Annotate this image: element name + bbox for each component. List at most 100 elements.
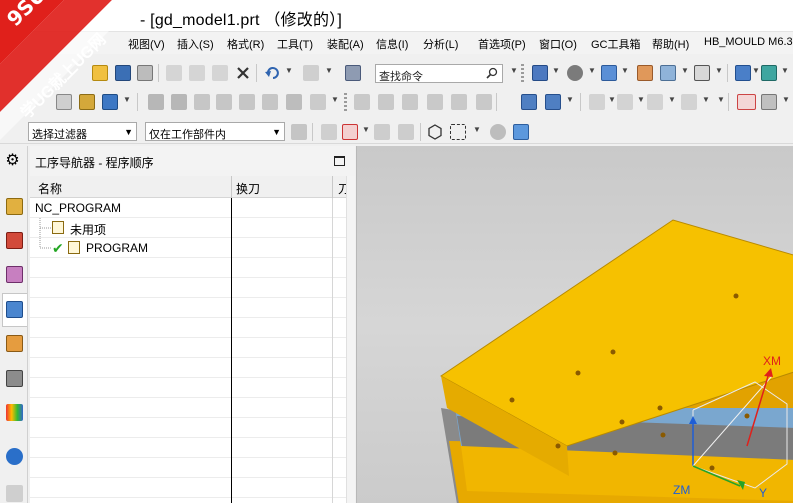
menu-window[interactable]: 窗口(O): [539, 36, 577, 52]
undo-dropdown-icon[interactable]: ▼: [285, 66, 293, 75]
background-icon[interactable]: [660, 65, 676, 81]
feed-dropdown-icon[interactable]: ▼: [608, 95, 616, 104]
paste-icon[interactable]: [212, 65, 228, 81]
feed-rate-icon[interactable]: [589, 94, 605, 110]
tree-row-nc-program[interactable]: NC_PROGRAM: [30, 198, 346, 218]
color-dropdown-icon[interactable]: ▼: [715, 66, 723, 75]
gear-icon[interactable]: ⚙: [4, 152, 21, 169]
column-name[interactable]: 名称: [38, 180, 62, 197]
method-view-icon[interactable]: [216, 94, 232, 110]
verify-toolpath-icon[interactable]: [286, 94, 302, 110]
save-icon[interactable]: [115, 65, 131, 81]
axis-dropdown-icon[interactable]: ▼: [702, 95, 710, 104]
tree-row-unused[interactable]: 未用项: [30, 218, 346, 238]
tool-holder-icon[interactable]: [647, 94, 663, 110]
quadrant-icon[interactable]: [398, 124, 414, 140]
holder-dropdown-icon[interactable]: ▼: [668, 95, 676, 104]
delete-object-icon[interactable]: [476, 94, 492, 110]
menu-help[interactable]: 帮助(H): [652, 36, 689, 52]
machine-tool-view-icon[interactable]: [171, 94, 187, 110]
paste-object-icon[interactable]: [427, 94, 443, 110]
assembly-navigator-icon[interactable]: [6, 232, 23, 249]
search-dropdown-icon[interactable]: ▼: [510, 66, 518, 75]
menu-view[interactable]: 视图(V): [128, 36, 165, 52]
postprocess-dropdown-icon[interactable]: ▼: [331, 95, 339, 104]
history-icon[interactable]: [6, 485, 23, 502]
menu-preferences[interactable]: 首选项(P): [478, 36, 526, 52]
background-dropdown-icon[interactable]: ▼: [681, 66, 689, 75]
assembly-constraint-icon[interactable]: [761, 65, 777, 81]
tree-row-program[interactable]: ✔ PROGRAM: [30, 228, 346, 258]
graphics-viewport[interactable]: XM ZM Y: [356, 146, 793, 503]
select-all-icon[interactable]: [291, 124, 307, 140]
part-navigator-icon[interactable]: [6, 301, 23, 318]
reuse-library-icon[interactable]: [6, 335, 23, 352]
search-icon[interactable]: [486, 67, 498, 79]
undo-icon[interactable]: [264, 65, 280, 81]
column-tool-change[interactable]: 换刀: [236, 180, 260, 197]
measure-icon[interactable]: [761, 94, 777, 110]
view-dropdown-icon[interactable]: ▼: [621, 66, 629, 75]
method-icon[interactable]: [617, 94, 633, 110]
output-dropdown-icon[interactable]: ▼: [566, 95, 574, 104]
snap-point-icon[interactable]: [737, 94, 756, 110]
create-geometry-icon[interactable]: [102, 94, 118, 110]
menu-gc-toolkit[interactable]: GC工具箱: [591, 36, 641, 52]
geometry-view-icon[interactable]: [194, 94, 210, 110]
menu-format[interactable]: 格式(R): [227, 36, 264, 52]
constraint-navigator-icon[interactable]: [6, 266, 23, 283]
shop-doc-icon[interactable]: [521, 94, 537, 110]
view-cube-icon[interactable]: [601, 65, 617, 81]
postprocess-icon[interactable]: [310, 94, 326, 110]
palette-icon[interactable]: [6, 404, 23, 421]
cut-object-icon[interactable]: [378, 94, 394, 110]
open-folder-icon[interactable]: [92, 65, 108, 81]
move-dropdown-icon[interactable]: ▼: [752, 66, 760, 75]
create-program-icon[interactable]: [56, 94, 72, 110]
hexagon-icon[interactable]: [427, 124, 443, 140]
command-finder-icon[interactable]: [345, 65, 361, 81]
repeat-dropdown-icon[interactable]: ▼: [325, 66, 333, 75]
column-divider[interactable]: [231, 176, 232, 198]
select-dropdown-icon[interactable]: ▼: [473, 125, 481, 134]
repeat-command-icon[interactable]: [303, 65, 319, 81]
shaded-dropdown-icon[interactable]: ▼: [588, 66, 596, 75]
operation-navigator-icon[interactable]: [6, 198, 23, 215]
vertical-scrollbar[interactable]: [346, 176, 355, 503]
menu-information[interactable]: 信息(I): [376, 36, 408, 52]
section-view-icon[interactable]: [637, 65, 653, 81]
rectangle-select-icon[interactable]: [450, 124, 466, 140]
maximize-icon[interactable]: [334, 156, 345, 166]
replay-toolpath-icon[interactable]: [262, 94, 278, 110]
cube-icon[interactable]: [513, 124, 529, 140]
copy-icon[interactable]: [189, 65, 205, 81]
axis-icon[interactable]: [681, 94, 697, 110]
menu-analysis[interactable]: 分析(L): [423, 36, 458, 52]
point-snap-icon[interactable]: [342, 124, 358, 140]
layout-icon[interactable]: [532, 65, 548, 81]
more-dropdown-icon[interactable]: ▼: [717, 95, 725, 104]
selection-filter-dropdown[interactable]: 选择过滤器 ▼: [28, 122, 137, 141]
web-browser-icon[interactable]: [6, 448, 23, 465]
geometry-dropdown-icon[interactable]: ▼: [123, 95, 131, 104]
edit-object-icon[interactable]: [354, 94, 370, 110]
rename-object-icon[interactable]: [451, 94, 467, 110]
body-icon[interactable]: [490, 124, 506, 140]
shaded-icon[interactable]: [567, 65, 583, 81]
measure-dropdown-icon[interactable]: ▼: [782, 95, 790, 104]
program-order-view-icon[interactable]: [148, 94, 164, 110]
menu-insert[interactable]: 插入(S): [177, 36, 214, 52]
create-tool-icon[interactable]: [79, 94, 95, 110]
move-component-icon[interactable]: [735, 65, 751, 81]
command-search-box[interactable]: 查找命令: [375, 64, 503, 83]
constraint-dropdown-icon[interactable]: ▼: [781, 66, 789, 75]
arc-center-icon[interactable]: [374, 124, 390, 140]
method-dropdown-icon[interactable]: ▼: [637, 95, 645, 104]
generate-toolpath-icon[interactable]: [239, 94, 255, 110]
cut-icon[interactable]: [166, 65, 182, 81]
print-icon[interactable]: [137, 65, 153, 81]
snap-icon[interactable]: [321, 124, 337, 140]
menu-assemblies[interactable]: 装配(A): [327, 36, 364, 52]
snap-dropdown-icon[interactable]: ▼: [362, 125, 370, 134]
menu-hb-mould[interactable]: HB_MOULD M6.3: [704, 36, 793, 48]
